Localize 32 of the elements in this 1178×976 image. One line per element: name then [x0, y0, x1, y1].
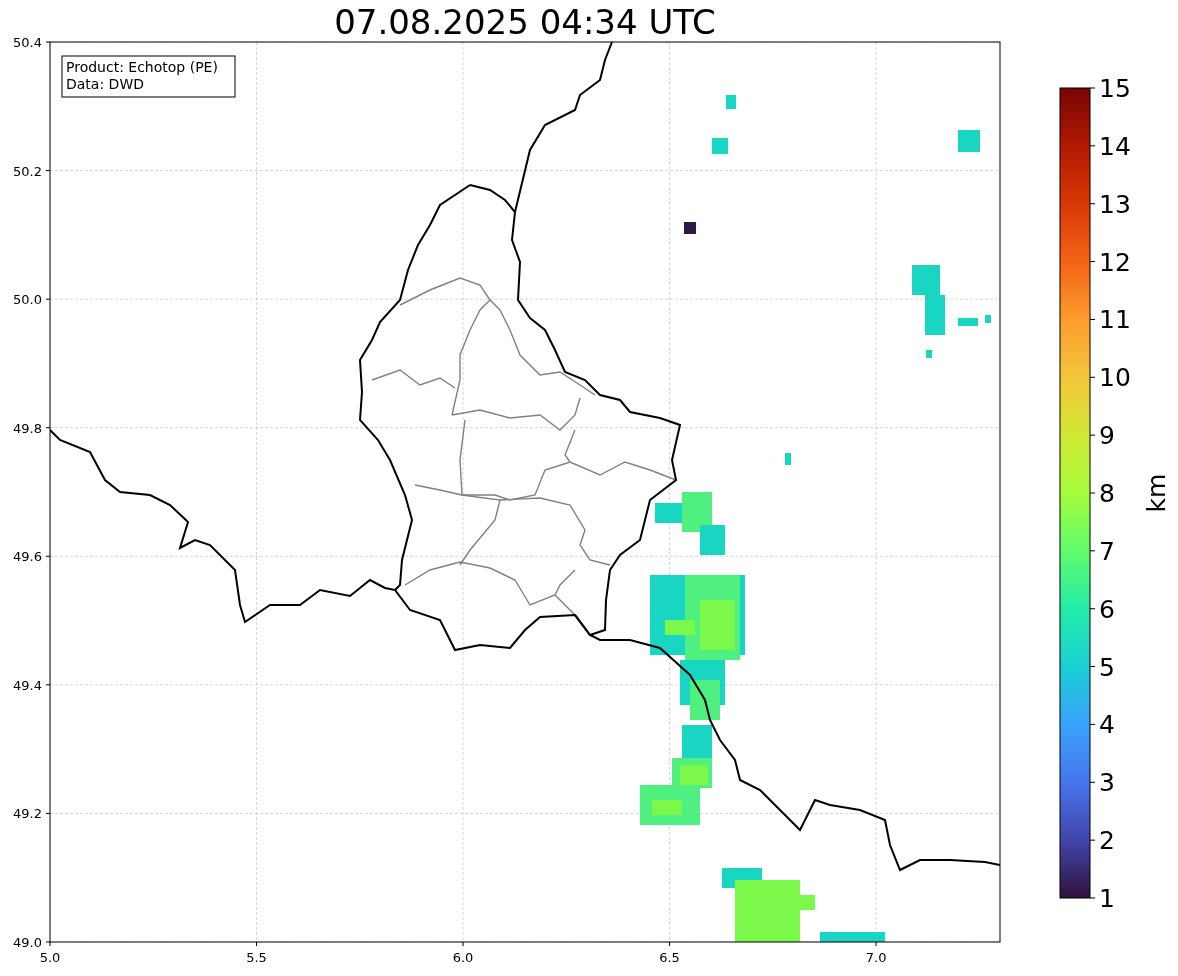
legend-line: Product: Echotop (PE): [66, 59, 218, 75]
axis-tick-label: 50.2: [13, 163, 42, 179]
axis-tick-label: 49.8: [13, 420, 42, 436]
colorbar-tick-label: 4: [1099, 710, 1115, 740]
axis-tick-label: 5.0: [39, 950, 61, 965]
axis-tick-label: 49.6: [13, 549, 42, 565]
axis-tick-label: 6.0: [452, 950, 474, 965]
axis-tick-label: 49.2: [13, 806, 42, 822]
axis-tick-label: 50.4: [13, 35, 42, 50]
axis-tick-label: 7.0: [865, 950, 887, 965]
colorbar-tick-label: 5: [1099, 652, 1115, 682]
colorbar-tick-label: 12: [1099, 247, 1131, 277]
colorbar-tick-label: 3: [1099, 768, 1115, 798]
colorbar-tick-label: 13: [1099, 189, 1131, 219]
colorbar-tick-label: 7: [1099, 536, 1115, 566]
axis-tick-label: 50.0: [13, 292, 42, 308]
colorbar-tick-label: 15: [1099, 74, 1131, 103]
axis-tick-label: 49.4: [13, 677, 42, 693]
colorbar-tick-label: 1: [1099, 884, 1115, 913]
colorbar-label: km: [1142, 473, 1171, 513]
colorbar-tick-label: 14: [1099, 131, 1131, 161]
colorbar-tick-label: 8: [1099, 479, 1115, 508]
axis-tick-label: 6.5: [659, 950, 680, 965]
colorbar-tick-label: 6: [1099, 594, 1115, 624]
axis-tick-label: 49.0: [13, 935, 42, 950]
colorbar-tick-label: 10: [1099, 363, 1131, 393]
colorbar-tick-label: 11: [1099, 305, 1131, 335]
axis-tick-label: 5.5: [246, 950, 267, 965]
chart-title: 07.08.2025 04:34 UTC: [334, 2, 716, 42]
colorbar-tick-label: 9: [1099, 421, 1115, 451]
legend-line: Data: DWD: [66, 76, 144, 92]
colorbar-tick-label: 2: [1099, 826, 1115, 856]
